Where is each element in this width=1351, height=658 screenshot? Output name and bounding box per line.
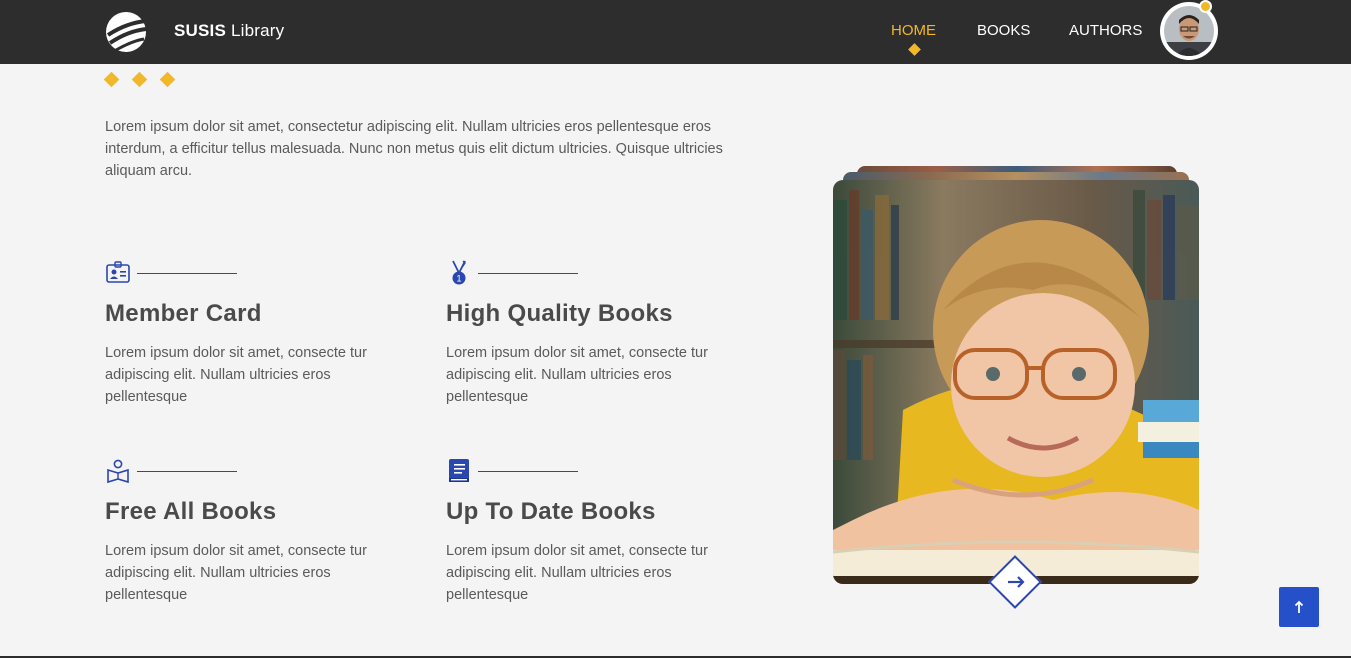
feature-title: Up To Date Books [446, 498, 656, 525]
arrow-up-icon [1294, 600, 1304, 613]
feature-divider-line [478, 273, 578, 274]
feature-divider-line [137, 273, 237, 274]
avatar-photo [1164, 6, 1214, 56]
feature-divider-line [478, 471, 578, 472]
feature-title: High Quality Books [446, 300, 673, 327]
book-icon [449, 459, 469, 482]
feature-title: Member Card [105, 300, 262, 327]
brand-name-bold: SUSIS [174, 21, 227, 40]
scroll-to-top-button[interactable] [1279, 587, 1319, 627]
top-navbar: SUSIS Library HOME BOOKS AUTHORS [0, 0, 1351, 64]
feature-text: Lorem ipsum dolor sit amet, consecte tur… [446, 345, 708, 405]
notification-dot [1199, 0, 1212, 13]
intro-paragraph: Lorem ipsum dolor sit amet, consectetur … [105, 119, 723, 179]
decor-diamond [103, 71, 120, 88]
nav-home[interactable]: HOME [891, 22, 936, 39]
decor-diamond [131, 71, 148, 88]
nav-books[interactable]: BOOKS [977, 22, 1030, 39]
feature-divider-line [137, 471, 237, 472]
child-reading-photo [833, 180, 1199, 584]
nav-authors[interactable]: AUTHORS [1069, 22, 1142, 39]
reader-icon [107, 459, 129, 484]
globe-logo-icon[interactable] [104, 11, 148, 53]
feature-text: Lorem ipsum dolor sit amet, consecte tur… [105, 345, 367, 405]
feature-title: Free All Books [105, 498, 277, 525]
active-indicator-diamond [908, 43, 921, 56]
brand-name-rest: Library [230, 21, 285, 40]
id-card-icon [106, 261, 130, 283]
medal-icon: 1 [452, 260, 466, 285]
svg-text:1: 1 [456, 274, 461, 284]
decor-diamond [159, 71, 176, 88]
feature-text: Lorem ipsum dolor sit amet, consecte tur… [446, 543, 708, 603]
brand-name[interactable]: SUSIS Library [174, 21, 284, 41]
feature-text: Lorem ipsum dolor sit amet, consecte tur… [105, 543, 367, 603]
